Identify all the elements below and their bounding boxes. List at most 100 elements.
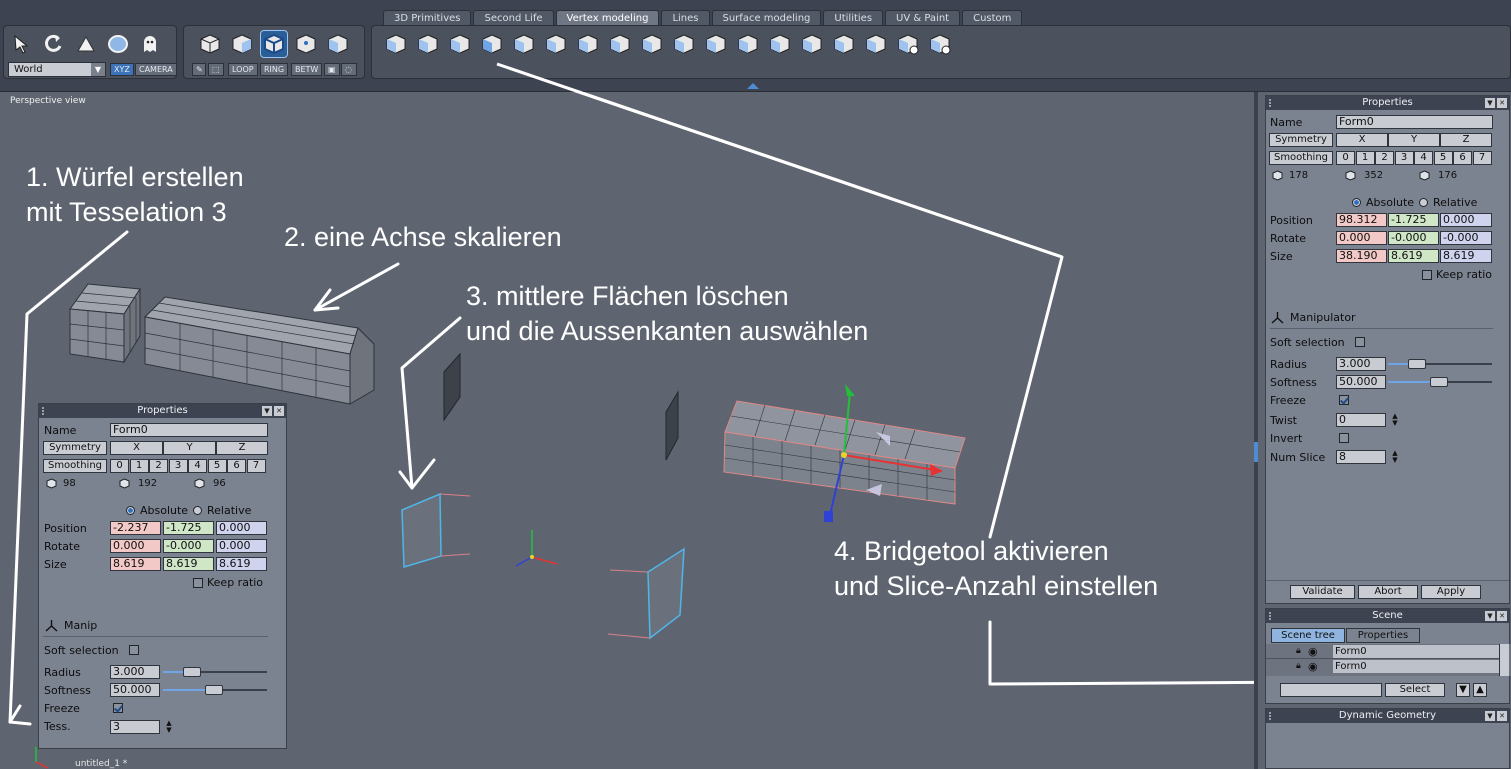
twist-icon[interactable] [574,30,602,58]
smoothing-level-2[interactable]: 2 [1375,151,1394,165]
rotate-y[interactable]: -0.000 [163,539,214,553]
close-icon[interactable]: ✕ [1497,611,1507,621]
size-z[interactable]: 8.619 [1440,249,1492,263]
close-icon[interactable]: ✕ [274,406,284,416]
bevel-icon[interactable] [446,30,474,58]
freeze-checkbox[interactable] [1339,395,1349,405]
circle-select-icon[interactable]: ◌ [341,63,357,76]
tess-field[interactable]: 3 [110,720,160,734]
edge-mode-icon[interactable] [260,30,288,58]
rotate-z[interactable]: -0.000 [1440,231,1492,245]
twist-stepper-icon[interactable]: ▲ ▼ [1391,413,1399,427]
symmetry-button[interactable]: Symmetry [1269,133,1333,147]
tab-scene-tree[interactable]: Scene tree [1271,628,1345,643]
absolute-radio[interactable] [126,506,135,515]
panel-minimize-icon[interactable]: ▼ [1485,98,1495,108]
smoothing-level-6[interactable]: 6 [227,459,246,473]
smoothing-level-6[interactable]: 6 [1453,151,1472,165]
size-y[interactable]: 8.619 [1388,249,1439,263]
smoothing-button[interactable]: Smoothing [1269,151,1333,165]
uv-mode-icon[interactable] [324,30,352,58]
size-x[interactable]: 38.190 [1336,249,1387,263]
smoothing-button[interactable]: Smoothing [43,459,107,473]
rotate-x[interactable]: 0.000 [1336,231,1387,245]
size-y[interactable]: 8.619 [163,557,214,571]
panel-minimize-icon[interactable]: ▼ [1485,711,1495,721]
edge-loop-right[interactable] [607,547,685,640]
freeze-checkbox[interactable] [113,703,123,713]
soft-selection-checkbox[interactable] [1355,337,1365,347]
sliver-right[interactable] [665,390,679,461]
scene-filter-input[interactable] [1280,683,1382,697]
tab-scene-properties[interactable]: Properties [1346,628,1420,643]
small-cube[interactable] [69,283,141,364]
list-item[interactable]: 🔒︎ ◉ Form0 [1266,660,1499,674]
keep-ratio-checkbox[interactable] [1422,270,1432,280]
close-icon[interactable]: ✕ [1497,98,1507,108]
bend-icon[interactable] [638,30,666,58]
position-z[interactable]: 0.000 [1440,213,1492,227]
ring-button[interactable]: RING [260,63,289,76]
collapse-arrow-icon[interactable] [746,82,760,90]
panel-minimize-icon[interactable]: ▼ [1485,611,1495,621]
coord-system-select[interactable]: World ▼ [8,62,106,77]
loop-button[interactable]: LOOP [228,63,258,76]
smoothing-level-7[interactable]: 7 [1472,151,1492,165]
tab-vertex-modeling[interactable]: Vertex modeling [555,10,660,26]
box-select-icon[interactable]: ▣ [324,63,340,76]
position-y[interactable]: -1.725 [163,521,214,535]
symmetry-button[interactable]: Symmetry [43,441,107,455]
tab-lines[interactable]: Lines [661,10,710,26]
small-gizmo[interactable] [515,530,558,567]
rotate-x[interactable]: 0.000 [110,539,161,553]
symmetry-x[interactable]: X [1336,133,1388,147]
position-x[interactable]: -2.237 [110,521,161,535]
twist-field[interactable]: 0 [1336,413,1386,427]
absolute-radio[interactable] [1352,198,1361,207]
tess-stepper-icon[interactable]: ▲ ▼ [165,720,173,734]
keep-ratio-checkbox[interactable] [193,578,203,588]
smoothing-level-5[interactable]: 5 [1433,151,1453,165]
tab-3d-primitives[interactable]: 3D Primitives [383,10,472,26]
select-arrow-icon[interactable] [8,30,36,58]
smoothing-level-3[interactable]: 3 [1394,151,1414,165]
num-slice-field[interactable]: 8 [1336,450,1386,464]
tab-utilities[interactable]: Utilities [823,10,884,26]
remove-vertex-icon[interactable] [926,30,954,58]
tab-second-life[interactable]: Second Life [473,10,554,26]
smoothing-level-0[interactable]: 0 [110,459,129,473]
relative-radio[interactable] [1419,198,1428,207]
smoothing-level-1[interactable]: 1 [129,459,149,473]
chevron-up-icon[interactable]: ▲ [1473,683,1487,697]
relative-radio[interactable] [193,506,202,515]
symmetry-y[interactable]: Y [1388,133,1440,147]
tab-surface-modeling[interactable]: Surface modeling [711,10,822,26]
select-button[interactable]: Select [1385,683,1445,697]
apply-button[interactable]: Apply [1421,585,1481,599]
eye-icon[interactable]: ◉ [1308,660,1318,673]
between-button[interactable]: BETW [291,63,323,76]
tab-uv-paint[interactable]: UV & Paint [885,10,961,26]
smoothing-level-5[interactable]: 5 [207,459,227,473]
symmetry-z[interactable]: Z [1440,133,1492,147]
knife-icon[interactable] [798,30,826,58]
symmetry-z[interactable]: Z [216,441,268,455]
extrude-icon[interactable] [382,30,410,58]
softness-slider[interactable] [1388,375,1492,389]
position-z[interactable]: 0.000 [216,521,267,535]
rotate-z[interactable]: 0.000 [216,539,267,553]
radius-slider[interactable] [1388,357,1492,371]
scaled-box[interactable] [143,296,375,405]
cube-tool-icon[interactable] [414,30,442,58]
softness-field[interactable]: 50.000 [1336,375,1386,389]
spread-icon[interactable] [702,30,730,58]
smoothing-level-1[interactable]: 1 [1355,151,1375,165]
radius-field[interactable]: 3.000 [1336,357,1386,371]
split-icon[interactable] [670,30,698,58]
rotate-y[interactable]: -0.000 [1388,231,1439,245]
close-icon[interactable]: ✕ [1497,711,1507,721]
smoothing-level-4[interactable]: 4 [188,459,207,473]
chevron-down-icon[interactable]: ▼ [1456,683,1470,697]
mirror-icon[interactable] [862,30,890,58]
rotate-icon[interactable] [40,30,68,58]
